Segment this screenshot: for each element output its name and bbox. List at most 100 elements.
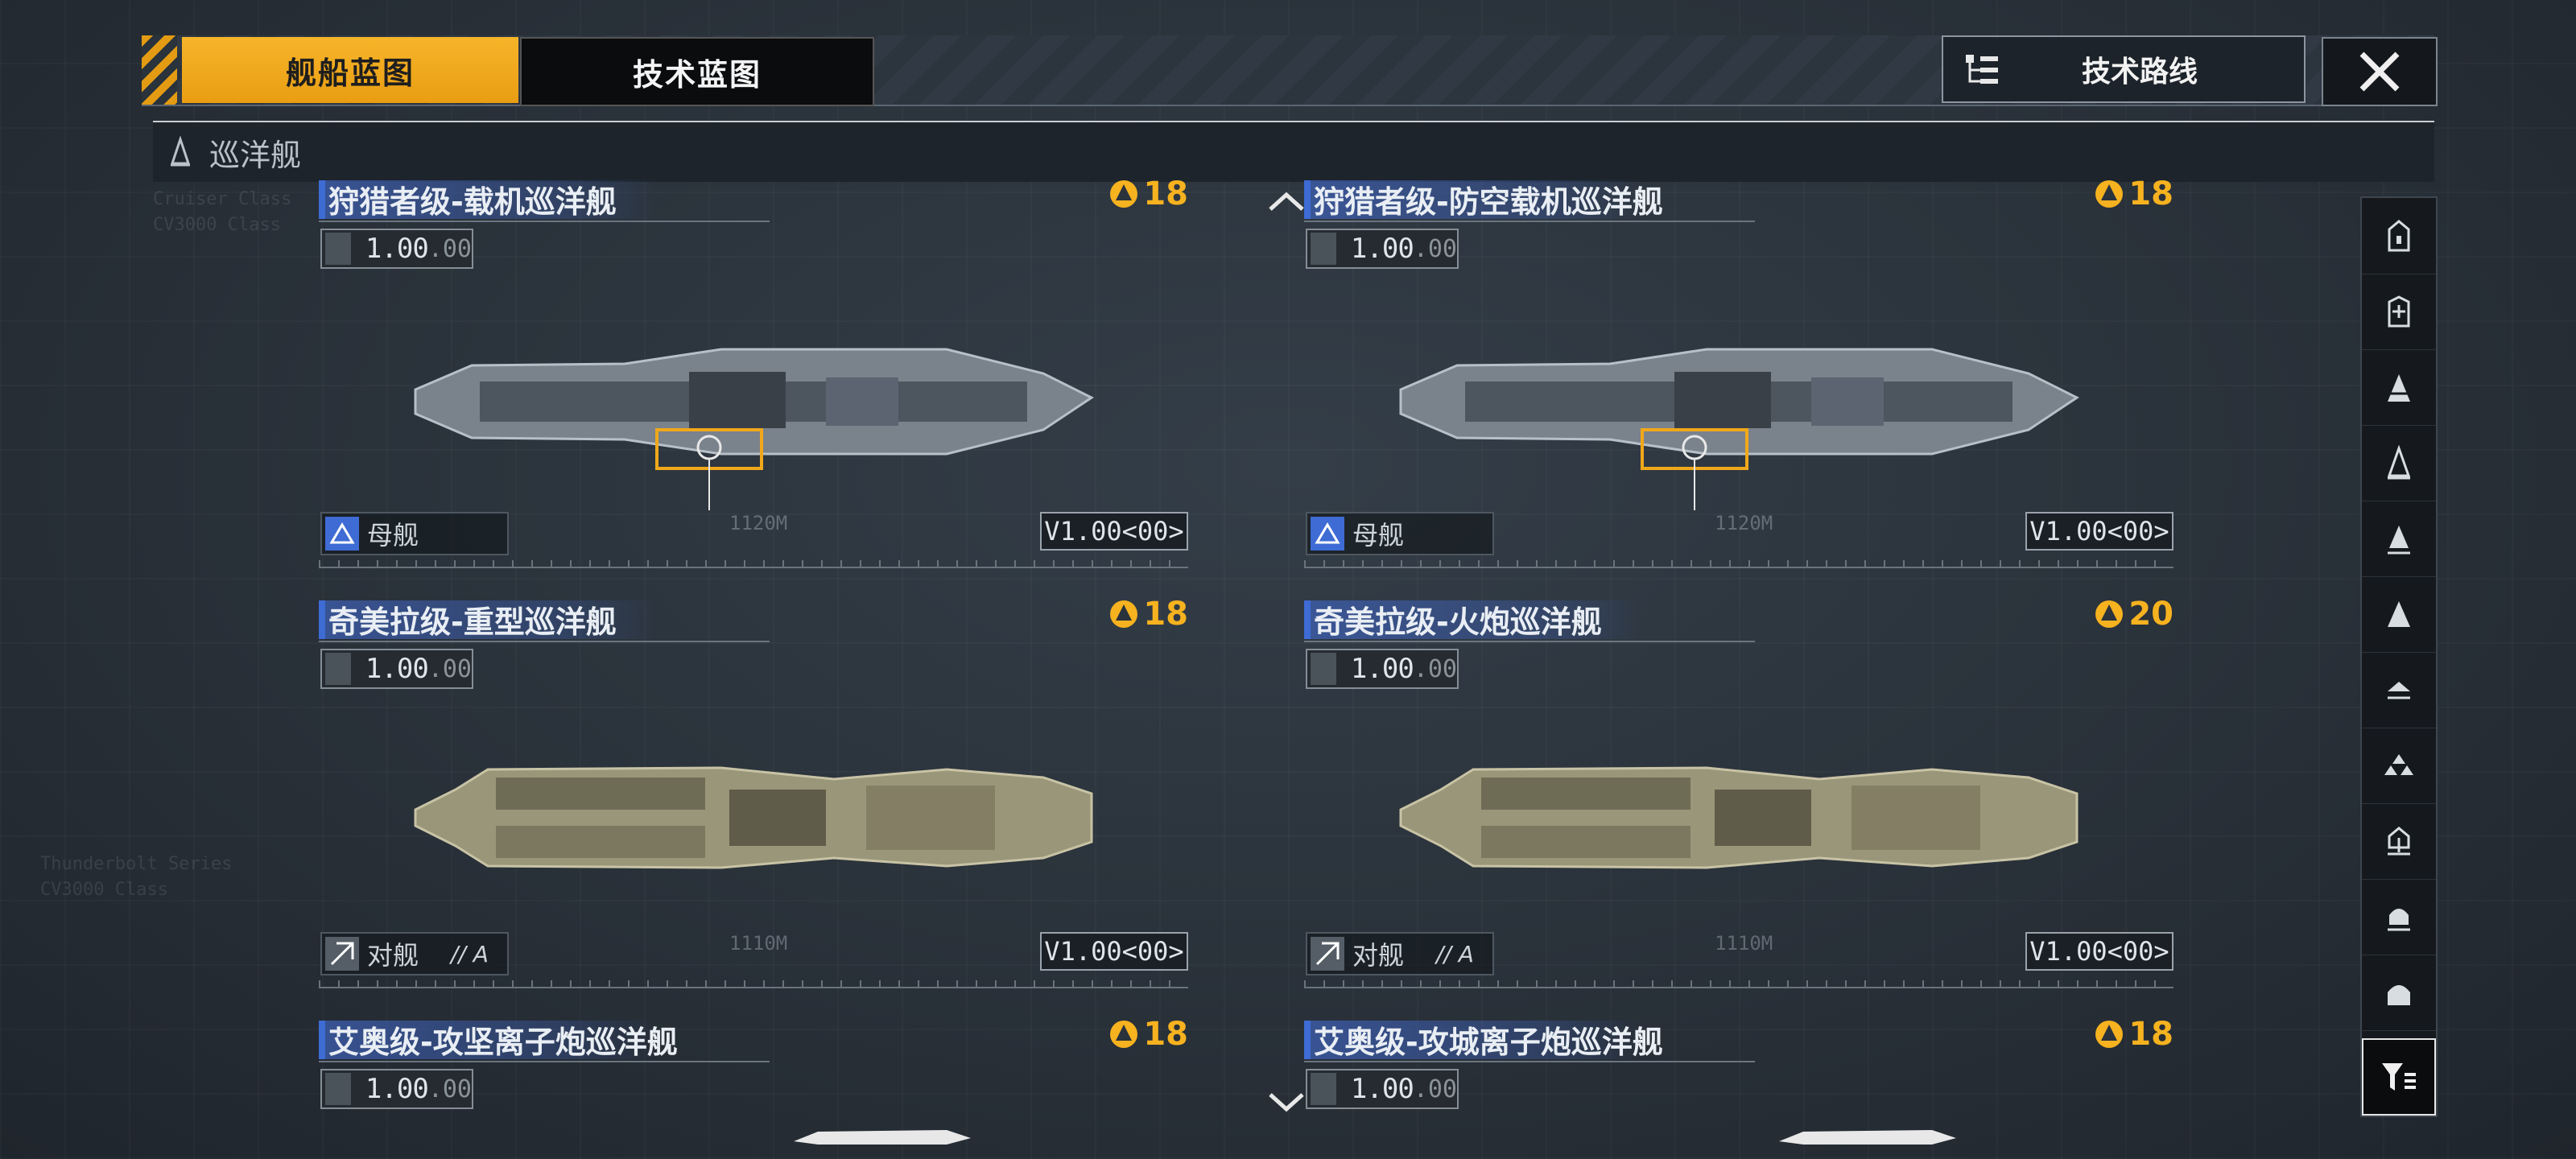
cost-badge: 20: [2093, 596, 2174, 633]
cost-icon: [2095, 180, 2124, 208]
anti-ship-icon: [1311, 937, 1344, 971]
tech-route-label: 技术路线: [2081, 56, 2198, 89]
rating-decimal: .00: [1413, 1074, 1457, 1103]
length-label: 1120M: [729, 512, 788, 534]
type-box: 对舰 // A: [1306, 932, 1494, 975]
accent-stripe: [142, 35, 177, 105]
cost-icon: [2095, 1021, 2124, 1048]
tab-ship-blueprint[interactable]: 舰船蓝图: [182, 37, 518, 103]
tab-tech-blueprint[interactable]: 技术蓝图: [520, 37, 874, 106]
divider: [1304, 641, 1755, 642]
filter-class-9[interactable]: [2362, 803, 2436, 880]
scroll-up-icon[interactable]: [1267, 188, 1306, 212]
divider: [319, 221, 770, 222]
cost-value: 18: [2128, 175, 2174, 212]
cruiser-icon: [170, 136, 191, 167]
type-label: 对舰: [367, 940, 419, 971]
ship-card[interactable]: 艾奥级-攻坚离子炮巡洋舰 18 1.00 .00: [319, 1021, 1188, 1159]
rating-decimal: .00: [1413, 234, 1457, 263]
top-bar: 舰船蓝图 技术蓝图 技术路线: [142, 35, 2438, 106]
scale-ruler: [319, 559, 1188, 568]
cost-badge: 18: [1108, 1021, 1188, 1053]
class-2-icon: [2388, 295, 2410, 328]
rating-value: 1.00: [1350, 233, 1414, 265]
version-label: V1.00<00>: [2025, 932, 2174, 971]
rating-box: 1.00 .00: [320, 1069, 473, 1109]
ship-title: 艾奥级-攻坚离子炮巡洋舰: [328, 1025, 678, 1060]
rating-decimal: .00: [427, 234, 472, 263]
ship-card[interactable]: 艾奥级-攻城离子炮巡洋舰 18 1.00 .00: [1304, 1021, 2174, 1159]
rating-icon: [325, 653, 351, 685]
ship-image: [414, 348, 1094, 510]
type-label: 母舰: [367, 520, 419, 551]
scale-ruler: [1304, 979, 2174, 988]
rating-box: 1.00 .00: [1306, 649, 1459, 689]
class-10-icon: [2388, 909, 2410, 931]
ship-image: [1399, 766, 2079, 869]
rating-box: 1.00 .00: [320, 649, 473, 689]
class-11-icon: [2388, 985, 2410, 1005]
ship-card[interactable]: 狩猎者级-载机巡洋舰 18 1.00 .00 母舰 1120M V1.00<00…: [319, 175, 1188, 568]
ship-card[interactable]: 奇美拉级-重型巡洋舰 18 1.00 .00 对舰 // A 1110M V1.…: [319, 596, 1188, 988]
filter-class-10[interactable]: [2362, 879, 2436, 955]
rating-value: 1.00: [365, 233, 429, 265]
anti-ship-icon: [325, 937, 359, 971]
class-filter-rail: [2360, 196, 2438, 1117]
cost-value: 18: [1143, 596, 1188, 633]
ship-image: [794, 1130, 971, 1145]
rating-decimal: .00: [1413, 654, 1457, 683]
filter-class-1[interactable]: [2362, 198, 2436, 274]
type-label: 母舰: [1352, 520, 1405, 551]
close-icon: [2359, 52, 2400, 92]
tech-route-button[interactable]: 技术路线: [1942, 35, 2306, 103]
class-8-icon: [2384, 754, 2413, 775]
filter-class-6[interactable]: [2362, 576, 2436, 653]
class-3-icon: [2388, 374, 2410, 402]
class-6-icon: [2388, 601, 2410, 627]
version-label: V1.00<00>: [2025, 512, 2174, 551]
filter-class-7[interactable]: [2362, 652, 2436, 728]
cost-badge: 18: [2093, 175, 2174, 212]
ship-image: [414, 766, 1093, 869]
cost-icon: [1110, 1021, 1138, 1048]
scale-ruler: [319, 979, 1188, 988]
filter-class-2[interactable]: [2362, 274, 2436, 350]
divider: [319, 1061, 770, 1062]
cost-badge: 18: [1108, 596, 1188, 633]
close-button[interactable]: [2322, 37, 2438, 106]
version-label: V1.00<00>: [1040, 932, 1188, 971]
cost-icon: [1110, 600, 1138, 628]
class-7-icon: [2388, 682, 2410, 699]
ship-card[interactable]: 狩猎者级-防空载机巡洋舰 18 1.00 .00 母舰 1120M V1.00<…: [1304, 175, 2174, 568]
filter-icon: [2382, 1063, 2416, 1091]
length-label: 1110M: [729, 932, 788, 955]
filter-class-5[interactable]: [2362, 501, 2436, 577]
ship-image: [1399, 348, 2079, 510]
filter-class-4[interactable]: [2362, 425, 2436, 501]
section-title: 巡洋舰: [209, 137, 302, 173]
scroll-down-icon[interactable]: [1267, 1091, 1306, 1116]
ship-title: 狩猎者级-载机巡洋舰: [328, 184, 617, 220]
filter-class-11[interactable]: [2362, 955, 2436, 1031]
length-label: 1120M: [1715, 512, 1773, 534]
class-5-icon: [2388, 526, 2410, 555]
rating-value: 1.00: [365, 653, 429, 685]
divider: [319, 641, 770, 642]
class-4-icon: [2387, 445, 2411, 480]
cost-icon: [1110, 180, 1138, 208]
filter-class-3[interactable]: [2362, 349, 2436, 426]
ship-card[interactable]: 奇美拉级-火炮巡洋舰 20 1.00 .00 对舰 // A 1110M V1.…: [1304, 596, 2174, 988]
divider: [1304, 1061, 1755, 1062]
faint-text: Thunderbolt Series CV3000 Class: [40, 854, 233, 900]
tree-icon: [1966, 55, 1998, 84]
rating-box: 1.00 .00: [320, 229, 473, 269]
ship-image: [1779, 1130, 1956, 1145]
type-label: 对舰: [1352, 940, 1405, 971]
faint-text: Cruiser Class CV3000 Class: [153, 189, 292, 235]
ship-title: 狩猎者级-防空载机巡洋舰: [1314, 184, 1663, 220]
filter-button[interactable]: [2362, 1038, 2436, 1116]
divider: [1304, 221, 1755, 222]
filter-class-8[interactable]: [2362, 728, 2436, 804]
cost-badge: 18: [2093, 1021, 2174, 1053]
cost-value: 18: [2128, 1021, 2174, 1053]
